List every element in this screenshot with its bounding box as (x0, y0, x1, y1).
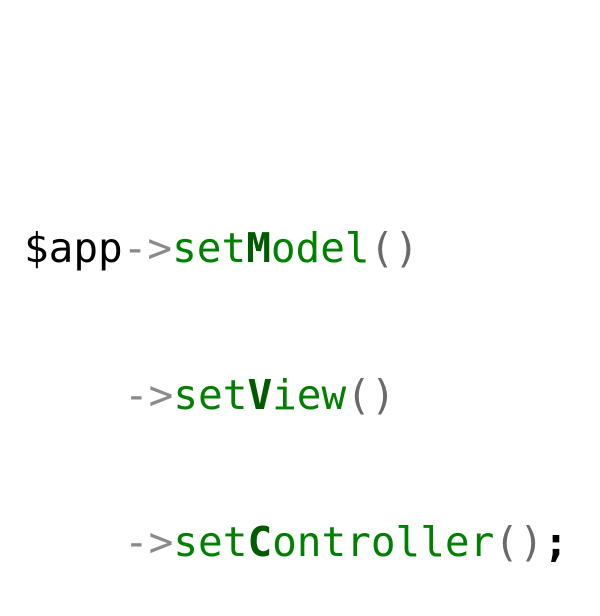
arrow-operator: -> (122, 224, 173, 272)
method-parens: () (369, 224, 419, 272)
code-snippet: $app->setModel() ->setView() ->setContro… (24, 126, 568, 616)
method-parens: () (494, 518, 544, 566)
code-line-2: ->setView() (24, 371, 568, 420)
method-rest: odel (270, 224, 370, 272)
method-initial: C (247, 518, 273, 566)
method-prefix: set (173, 518, 248, 566)
method-prefix: set (172, 224, 247, 272)
arrow-operator: -> (124, 518, 174, 566)
arrow-operator: -> (124, 371, 174, 419)
code-line-3: ->setController(); (24, 518, 568, 567)
method-prefix: set (173, 371, 248, 419)
method-rest: ontroller (272, 518, 495, 566)
code-line-1: $app->setModel() (24, 224, 568, 273)
statement-terminator: ; (543, 518, 569, 566)
method-initial: V (247, 371, 273, 419)
method-parens: () (346, 371, 396, 419)
method-rest: iew (272, 371, 347, 419)
variable-app: $app (24, 224, 123, 272)
method-initial: M (246, 224, 271, 272)
